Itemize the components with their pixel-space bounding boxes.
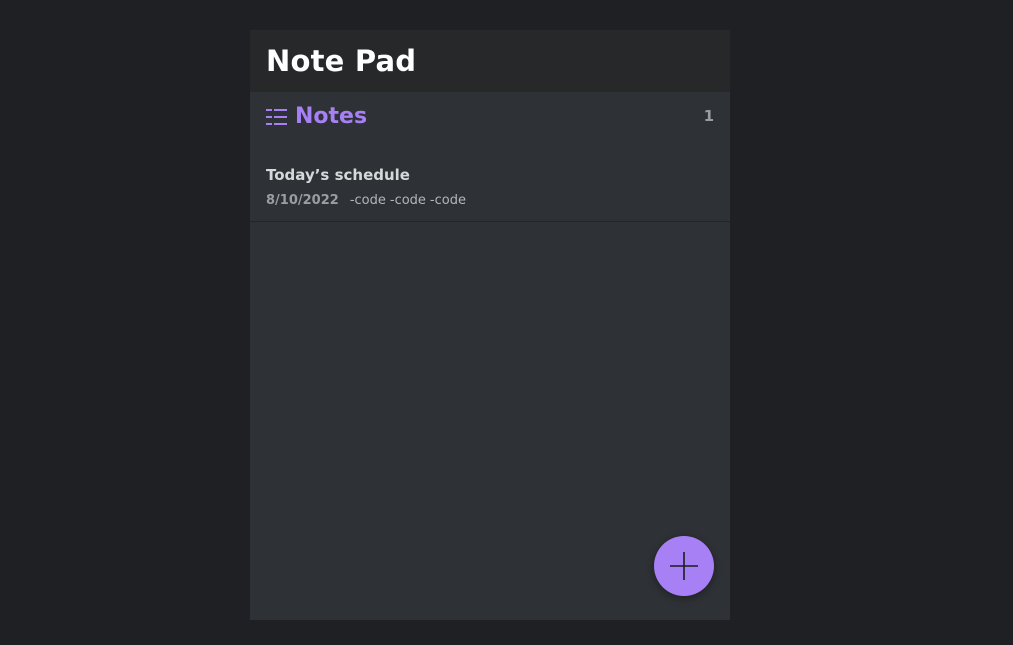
plus-icon [670,552,698,580]
note-date: 8/10/2022 [266,193,339,208]
section-title: Notes [295,103,368,129]
note-title: Today’s schedule [266,166,410,184]
app-header: Note Pad [250,30,730,92]
note-count: 1 [703,107,714,125]
notes-section-header: Notes 1 [250,92,730,140]
note-item[interactable]: Today’s schedule 8/10/2022 -code -code -… [250,150,730,222]
note-tag: -code [349,193,386,208]
list-icon [266,108,287,125]
note-tag: -code [429,193,466,208]
add-note-button[interactable] [654,536,714,596]
note-meta: 8/10/2022 -code -code -code [266,193,714,208]
note-tag: -code [389,193,426,208]
note-list: Today’s schedule 8/10/2022 -code -code -… [250,150,730,222]
note-pad-app: Note Pad Notes 1 Today’s schedule 8/10/2… [250,30,730,620]
app-title: Note Pad [266,44,417,78]
